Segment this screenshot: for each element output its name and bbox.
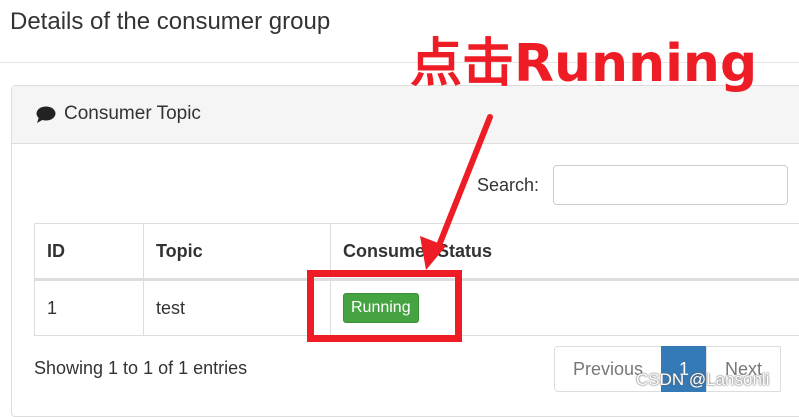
watermark: CSDN @Lansonli <box>636 370 769 390</box>
annotation-highlight-box <box>307 270 462 342</box>
